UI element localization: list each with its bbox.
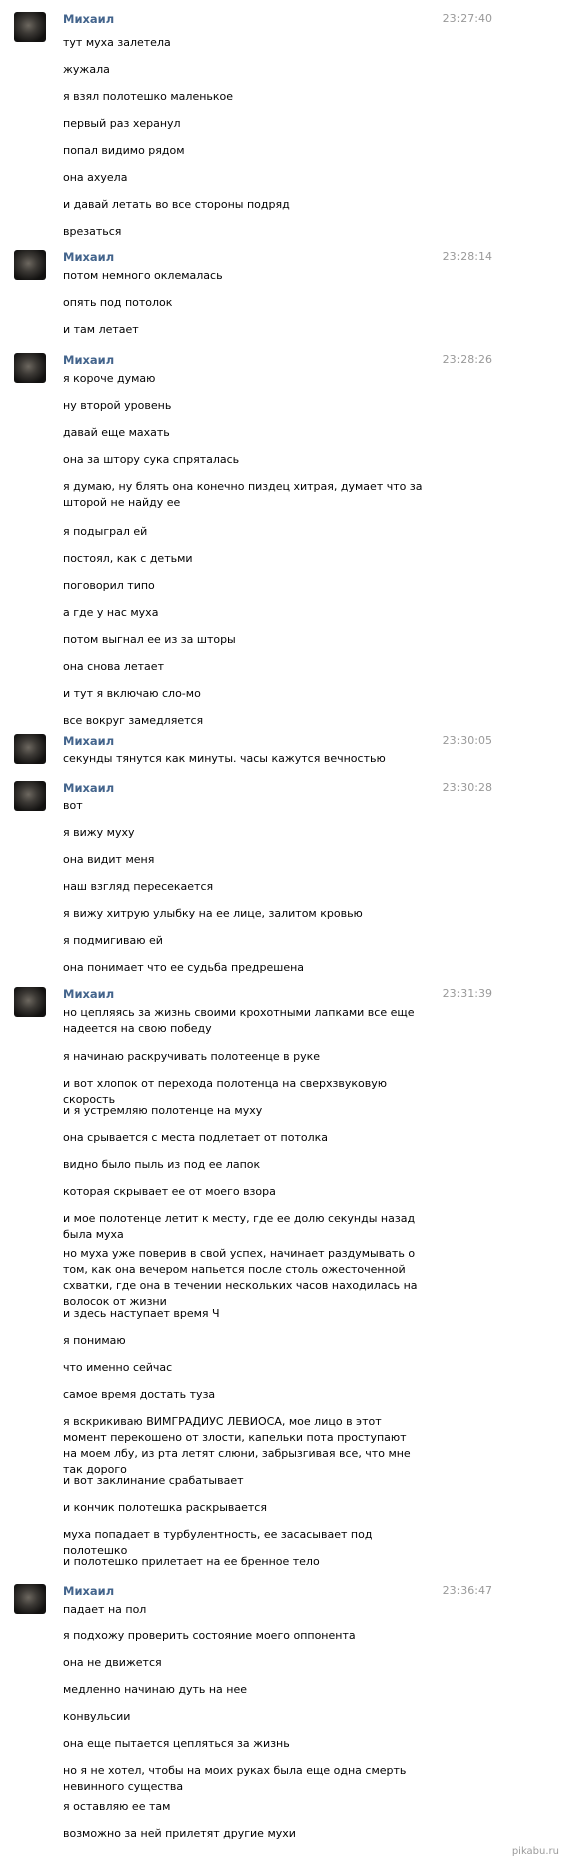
message-text: и тут я включаю сло-мо xyxy=(63,687,201,700)
avatar[interactable] xyxy=(14,781,46,811)
message-text: но цепляясь за жизнь своими крохотными л… xyxy=(63,1006,415,1035)
message-text: жужала xyxy=(63,63,110,76)
message-text: она видит меня xyxy=(63,853,155,866)
message-text: я вижу муху xyxy=(63,826,135,839)
author-name-link[interactable]: Михаил xyxy=(63,250,114,264)
message-text: самое время достать туза xyxy=(63,1388,216,1401)
message-text: она за штору сука спряталась xyxy=(63,453,240,466)
message-text: поговорил типо xyxy=(63,579,155,592)
message-timestamp: 23:27:40 xyxy=(442,12,492,25)
message-text: я подмигиваю ей xyxy=(63,934,163,947)
message-text: видно было пыль из под ее лапок xyxy=(63,1158,261,1171)
message-timestamp: 23:31:39 xyxy=(442,987,492,1000)
message-text: я начинаю раскручивать полотеенце в руке xyxy=(63,1050,321,1063)
author-name-link[interactable]: Михаил xyxy=(63,987,114,1001)
message-text: она ахуела xyxy=(63,171,128,184)
message-text: я взял полотешко маленькое xyxy=(63,90,234,103)
message-text: вот xyxy=(63,799,83,812)
avatar[interactable] xyxy=(14,1584,46,1614)
message-text: тут муха залетела xyxy=(63,36,171,49)
author-name-link[interactable]: Михаил xyxy=(63,734,114,748)
message-text: опять под потолок xyxy=(63,296,173,309)
message-text: и вот заклинание срабатывает xyxy=(63,1474,244,1487)
author-name-link[interactable]: Михаил xyxy=(63,781,114,795)
message-text: она понимает что ее судьба предрешена xyxy=(63,961,305,974)
message-text: что именно сейчас xyxy=(63,1361,173,1374)
author-name-link[interactable]: Михаил xyxy=(63,12,114,26)
message-text: потом немного оклемалась xyxy=(63,269,223,282)
message-text: и я устремляю полотенце на муху xyxy=(63,1104,263,1117)
message-text: я подхожу проверить состояние моего оппо… xyxy=(63,1629,356,1642)
message-text: первый раз херанул xyxy=(63,117,181,130)
message-text: она снова летает xyxy=(63,660,164,673)
message-text: но муха уже поверив в свой успех, начина… xyxy=(63,1247,418,1308)
message-text: и мое полотенце летит к месту, где ее до… xyxy=(63,1212,416,1241)
message-text: которая скрывает ее от моего взора xyxy=(63,1185,276,1198)
message-text: потом выгнал ее из за шторы xyxy=(63,633,236,646)
watermark-text: pikabu.ru xyxy=(511,1846,559,1857)
message-text: наш взгляд пересекается xyxy=(63,880,214,893)
message-text: я оставляю ее там xyxy=(63,1800,171,1813)
message-text: возможно за ней прилетят другие мухи xyxy=(63,1827,296,1840)
message-text: я думаю, ну блять она конечно пиздец хит… xyxy=(63,480,423,509)
message-text: но я не хотел, чтобы на моих руках была … xyxy=(63,1764,407,1793)
message-timestamp: 23:28:14 xyxy=(442,250,492,263)
message-text: ну второй уровень xyxy=(63,399,172,412)
message-text: давай еще махать xyxy=(63,426,170,439)
message-text: врезаться xyxy=(63,225,122,238)
message-text: секунды тянутся как минуты. часы кажутся… xyxy=(63,752,386,765)
message-text: я понимаю xyxy=(63,1334,126,1347)
message-timestamp: 23:30:28 xyxy=(442,781,492,794)
avatar[interactable] xyxy=(14,353,46,383)
author-name-link[interactable]: Михаил xyxy=(63,353,114,367)
message-timestamp: 23:28:26 xyxy=(442,353,492,366)
message-text: а где у нас муха xyxy=(63,606,159,619)
message-text: она не движется xyxy=(63,1656,162,1669)
message-text: я вскрикиваю ВИМГРАДИУС ЛЕВИОСА, мое лиц… xyxy=(63,1415,411,1476)
message-text: постоял, как с детьми xyxy=(63,552,193,565)
message-text: и давай летать во все стороны подряд xyxy=(63,198,290,211)
message-timestamp: 23:30:05 xyxy=(442,734,492,747)
message-text: медленно начинаю дуть на нее xyxy=(63,1683,248,1696)
message-text: я короче думаю xyxy=(63,372,156,385)
message-text: и кончик полотешка раскрывается xyxy=(63,1501,267,1514)
avatar[interactable] xyxy=(14,250,46,280)
message-text: падает на пол xyxy=(63,1603,147,1616)
message-text: попал видимо рядом xyxy=(63,144,185,157)
message-text: конвульсии xyxy=(63,1710,131,1723)
message-timestamp: 23:36:47 xyxy=(442,1584,492,1597)
message-text: она еще пытается цепляться за жизнь xyxy=(63,1737,290,1750)
message-text: все вокруг замедляется xyxy=(63,714,204,727)
author-name-link[interactable]: Михаил xyxy=(63,1584,114,1598)
avatar[interactable] xyxy=(14,734,46,764)
avatar[interactable] xyxy=(14,12,46,42)
message-text: и там летает xyxy=(63,323,139,336)
message-text: я вижу хитрую улыбку на ее лице, залитом… xyxy=(63,907,363,920)
message-text: она срывается с места подлетает от потол… xyxy=(63,1131,328,1144)
avatar[interactable] xyxy=(14,987,46,1017)
message-text: и здесь наступает время Ч xyxy=(63,1307,220,1320)
message-text: и полотешко прилетает на ее бренное тело xyxy=(63,1555,320,1568)
message-text: я подыграл ей xyxy=(63,525,148,538)
